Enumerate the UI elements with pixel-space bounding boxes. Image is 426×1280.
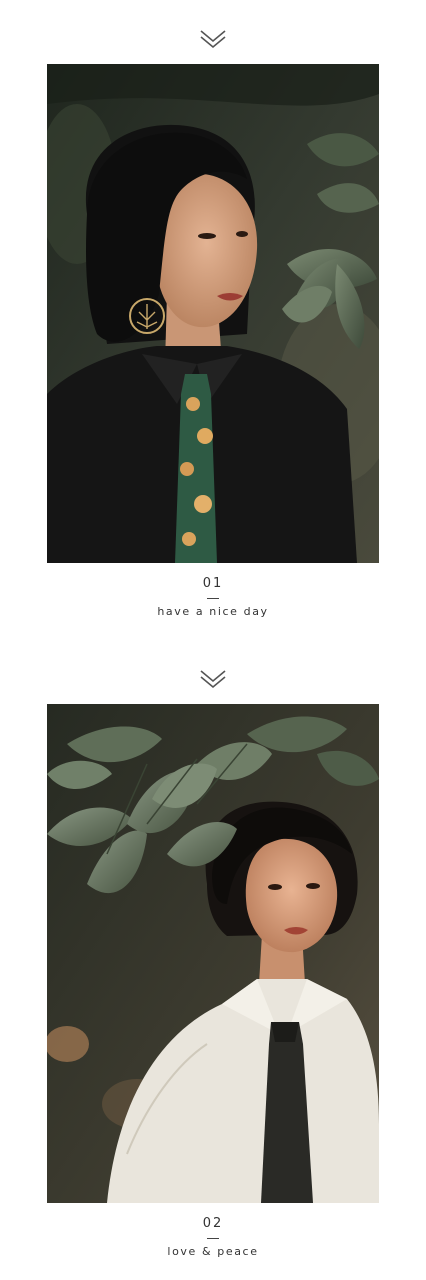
section-caption: have a nice day [157,605,269,618]
portrait-photo-1 [47,64,379,563]
section-caption: love & peace [167,1245,259,1258]
section-number: 01 [202,576,224,591]
double-chevron-down-icon [200,670,226,689]
section-number: 02 [202,1216,224,1231]
double-chevron-down-icon [200,30,226,49]
portrait-photo-2 [47,704,379,1203]
photo-section-1: 01 have a nice day [0,0,426,640]
divider [207,1238,219,1239]
photo-section-2: 02 love & peace [0,640,426,1280]
divider [207,598,219,599]
